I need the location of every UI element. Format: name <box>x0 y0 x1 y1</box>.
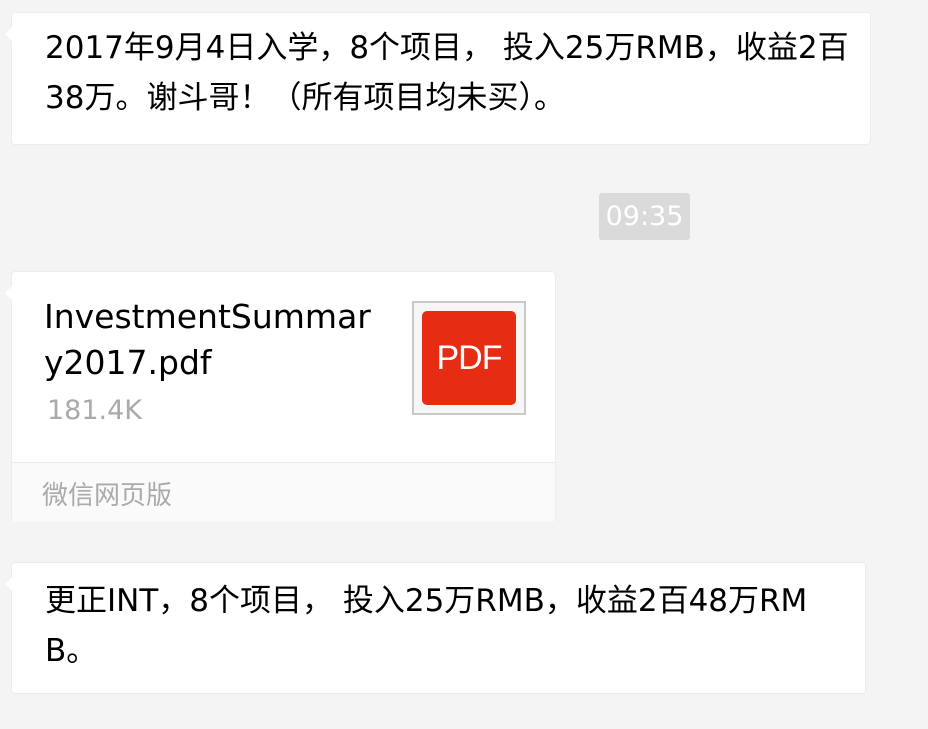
file-size: 181.4K <box>47 395 143 426</box>
chat-message-bubble[interactable]: 更正INT，8个项目， 投入25万RMB，收益2百48万RMB。 <box>5 562 866 694</box>
file-name: InvestmentSummary2017.pdf <box>44 297 371 382</box>
file-source-label: 微信网页版 <box>42 481 173 511</box>
chat-message-text: 2017年9月4日入学，8个项目， 投入25万RMB，收益2百38万。谢斗哥！（… <box>45 30 849 116</box>
file-message-card[interactable]: InvestmentSummary2017.pdf 181.4K PDF 微信网… <box>5 271 556 522</box>
pdf-badge-label: PDF <box>422 311 516 405</box>
chat-message-bubble[interactable]: 2017年9月4日入学，8个项目， 投入25万RMB，收益2百38万。谢斗哥！（… <box>5 12 871 145</box>
chat-message-text: 更正INT，8个项目， 投入25万RMB，收益2百48万RMB。 <box>45 583 808 669</box>
pdf-file-icon: PDF <box>412 301 526 415</box>
file-card-footer: 微信网页版 <box>12 462 555 522</box>
message-timestamp: 09:35 <box>599 193 690 240</box>
